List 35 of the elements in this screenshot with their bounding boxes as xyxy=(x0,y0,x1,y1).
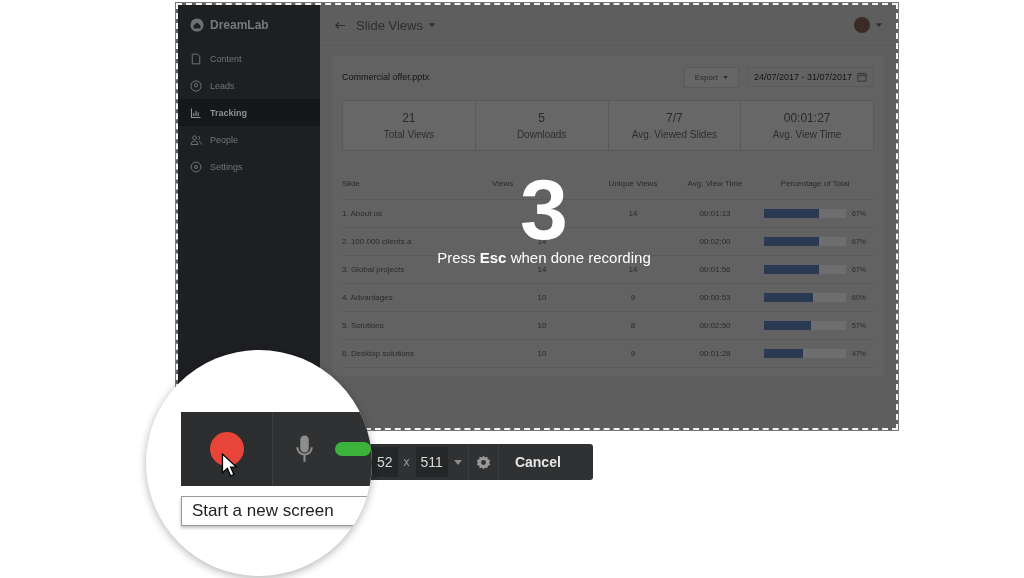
document-icon xyxy=(190,52,202,65)
file-name: Commercial offer.pptx xyxy=(342,72,430,82)
caret-icon xyxy=(722,75,728,79)
avatar[interactable] xyxy=(854,17,870,33)
countdown-hint: Press Esc when done recording xyxy=(437,249,651,266)
times-sign: x xyxy=(403,455,410,469)
user-icon xyxy=(190,79,202,92)
caret-icon xyxy=(876,23,882,27)
settings-icon xyxy=(190,160,202,173)
stat-value: 21 xyxy=(402,111,416,125)
sidebar-item[interactable]: Tracking xyxy=(178,99,320,126)
settings-icon[interactable] xyxy=(474,453,492,471)
date-range-field[interactable]: 24/07/2017 - 31/07/2017 xyxy=(746,67,874,87)
height-field[interactable]: 511 xyxy=(415,447,448,477)
sidebar-item[interactable]: Content xyxy=(178,45,320,72)
cancel-button[interactable]: Cancel xyxy=(504,444,571,480)
stat-value: 00:01:27 xyxy=(783,111,831,125)
bar-chart-icon xyxy=(190,106,202,119)
calendar-icon xyxy=(857,72,867,82)
people-icon xyxy=(190,133,202,146)
sidebar-item[interactable]: Leads xyxy=(178,72,320,99)
width-field[interactable]: 52 xyxy=(372,447,398,477)
microphone-toggle[interactable] xyxy=(335,442,371,456)
caret-icon[interactable] xyxy=(453,459,462,465)
stat-value: 5 xyxy=(538,111,545,125)
record-button[interactable] xyxy=(181,412,273,486)
stat-value: 7/7 xyxy=(666,111,683,125)
caret-icon xyxy=(428,23,435,27)
sidebar-item[interactable]: People xyxy=(178,126,320,153)
microphone-icon[interactable] xyxy=(296,434,313,464)
back-arrow-icon[interactable] xyxy=(334,20,346,30)
mouse-cursor-icon xyxy=(221,453,237,477)
sidebar-item[interactable]: Settings xyxy=(178,153,320,180)
app-logo: DreamLab xyxy=(210,18,269,32)
home-icon xyxy=(190,18,204,32)
